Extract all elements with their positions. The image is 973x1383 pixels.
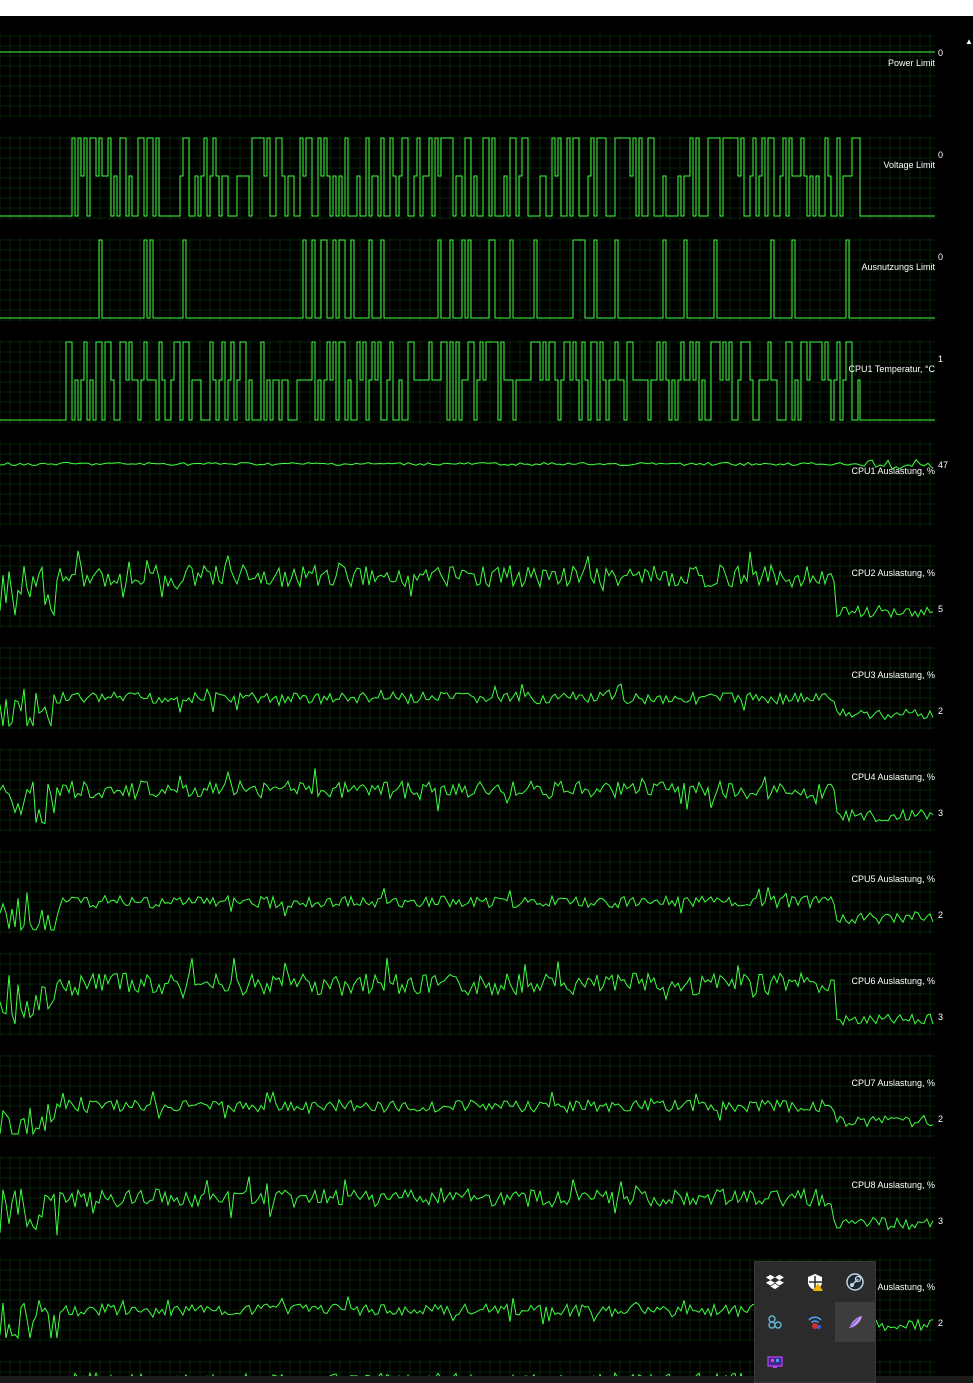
graph-label: CPU5 Auslastung, % bbox=[851, 874, 935, 884]
graph-value: 2 bbox=[938, 1114, 943, 1124]
graph-label: CPU1 Temperatur, °C bbox=[849, 364, 936, 374]
graph-strip: 0Power Limit bbox=[0, 34, 943, 118]
scrollbar[interactable]: ▲ bbox=[965, 16, 973, 1376]
title-bar bbox=[0, 0, 973, 16]
graph-label: Voltage Limit bbox=[883, 160, 935, 170]
graph-strip: 0Ausnutzungs Limit bbox=[0, 238, 943, 322]
graph-value: 2 bbox=[938, 910, 943, 920]
graph-label: CPU7 Auslastung, % bbox=[851, 1078, 935, 1088]
graph-strip: 3 CPU4 Auslastung, % bbox=[0, 748, 943, 832]
graph-value: 3 bbox=[938, 1216, 943, 1226]
graph-label: Power Limit bbox=[888, 58, 936, 68]
system-tray-overflow bbox=[754, 1261, 876, 1383]
feather-icon[interactable] bbox=[835, 1302, 875, 1342]
steam-icon[interactable] bbox=[835, 1262, 875, 1302]
graph-value: 3 bbox=[938, 808, 943, 818]
graph-strip: 0Voltage Limit bbox=[0, 136, 943, 220]
graph-value: 2 bbox=[938, 1318, 943, 1328]
graph-label: CPU8 Auslastung, % bbox=[851, 1180, 935, 1190]
monitoring-graphs: 0Power Limit0Voltage Limit0Ausnutzungs L… bbox=[0, 34, 948, 1376]
graph-value: 3 bbox=[938, 1012, 943, 1022]
graph-strip: 1CPU1 Temperatur, °C bbox=[0, 340, 943, 424]
graph-strip: 5 CPU2 Auslastung, % bbox=[0, 544, 943, 628]
graph-label: CPU6 Auslastung, % bbox=[851, 976, 935, 986]
graph-label: CPU2 Auslastung, % bbox=[851, 568, 935, 578]
dropbox-icon[interactable] bbox=[755, 1262, 795, 1302]
graph-strip: 2 CPU3 Auslastung, % bbox=[0, 646, 943, 730]
graph-strip: 2 CPU7 Auslastung, % bbox=[0, 1054, 943, 1138]
graph-strip: 47CPU1 Auslastung, % bbox=[0, 442, 948, 526]
graph-strip: 3 CPU6 Auslastung, % bbox=[0, 952, 943, 1036]
graph-value: 47 bbox=[938, 460, 948, 470]
scroll-up-arrow-icon[interactable]: ▲ bbox=[965, 36, 973, 48]
graph-strip: 3 CPU8 Auslastung, % bbox=[0, 1156, 943, 1240]
graph-value: 2 bbox=[938, 706, 943, 716]
graph-value: 0 bbox=[938, 48, 943, 58]
graph-label: CPU4 Auslastung, % bbox=[851, 772, 935, 782]
display-icon[interactable] bbox=[755, 1342, 795, 1382]
graph-value: 0 bbox=[938, 150, 943, 160]
graph-label: Auslastung, % bbox=[877, 1282, 935, 1292]
graph-strip: 2 CPU5 Auslastung, % bbox=[0, 850, 943, 934]
windows-defender-icon[interactable] bbox=[795, 1262, 835, 1302]
graph-value: 5 bbox=[938, 604, 943, 614]
graph-label: Ausnutzungs Limit bbox=[861, 262, 935, 272]
graph-label: CPU1 Auslastung, % bbox=[851, 466, 935, 476]
graph-value: 0 bbox=[938, 252, 943, 262]
link-icon[interactable] bbox=[755, 1302, 795, 1342]
graph-value: 1 bbox=[938, 354, 943, 364]
graph-label: CPU3 Auslastung, % bbox=[851, 670, 935, 680]
network-wifi-icon[interactable] bbox=[795, 1302, 835, 1342]
